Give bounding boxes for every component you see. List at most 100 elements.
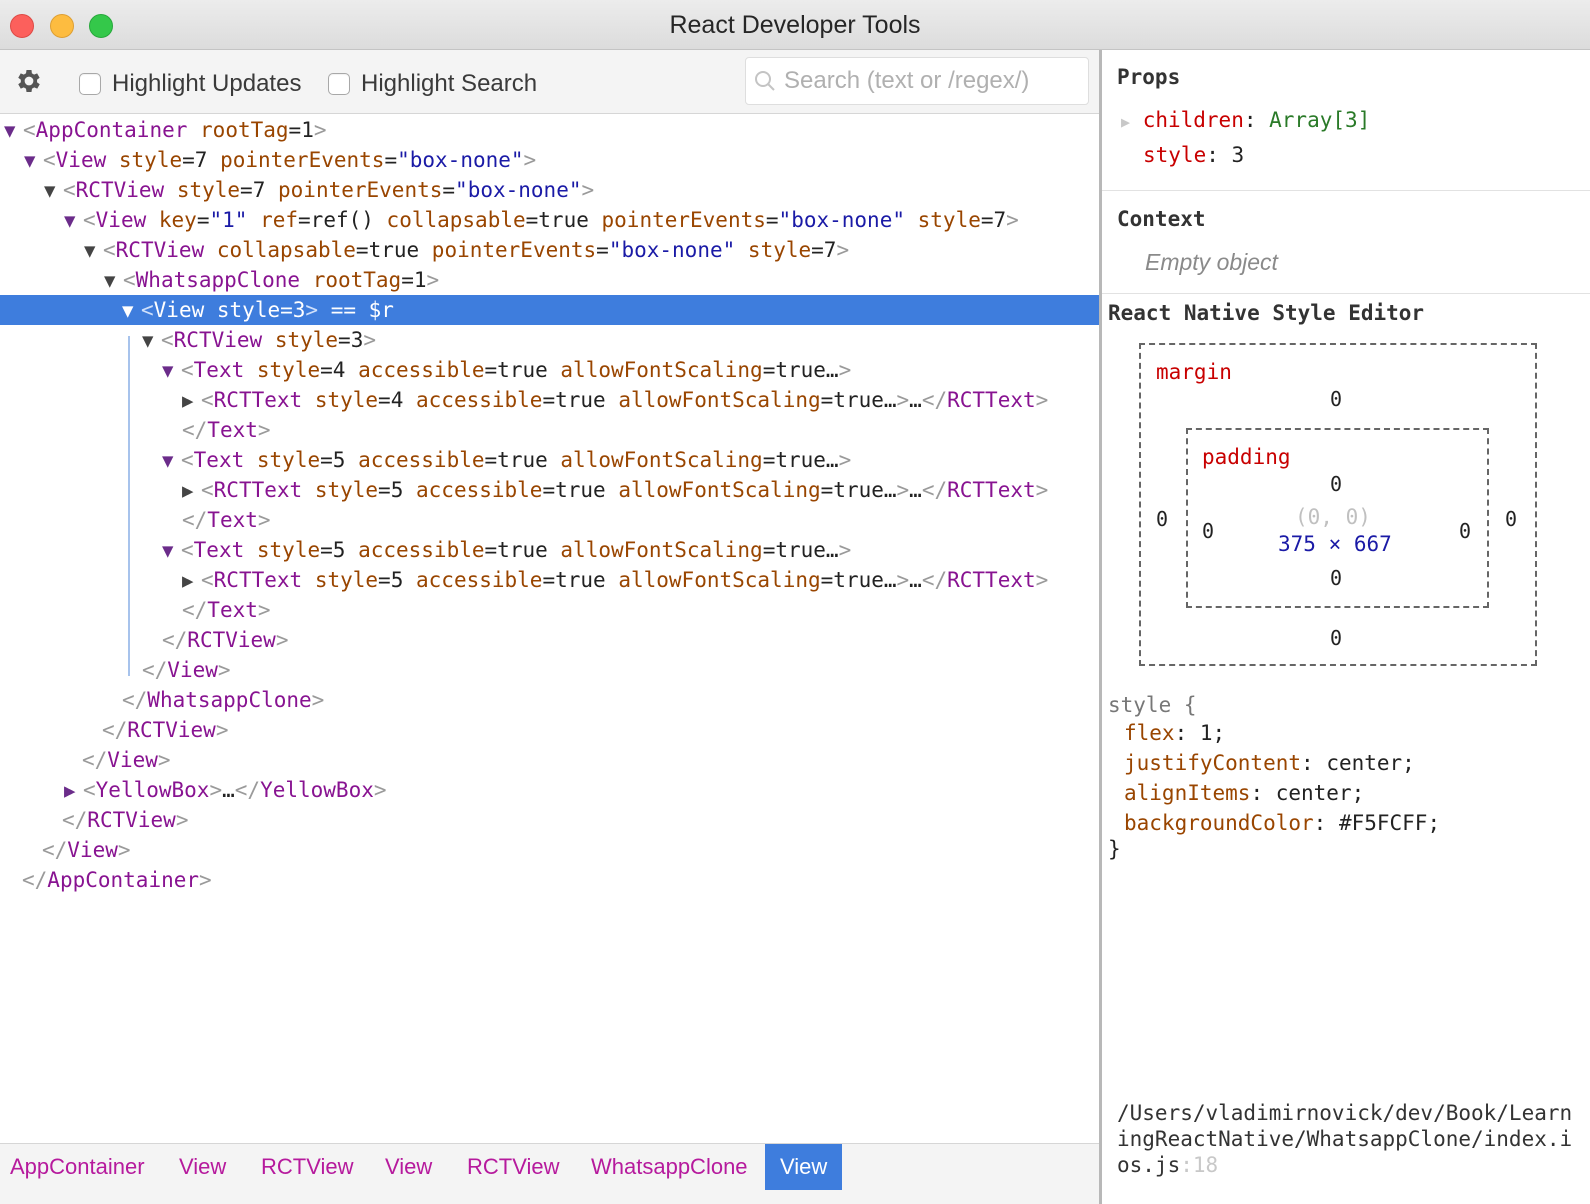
expanded-arrow-icon[interactable]: ▼ <box>44 176 63 206</box>
node-close-tag: View <box>107 748 158 772</box>
tree-node-yellowbox[interactable]: ▶ <YellowBox>…</YellowBox> <box>0 775 1099 805</box>
node-tag: RCTText <box>213 568 303 592</box>
margin-top-value[interactable]: 0 <box>1330 387 1342 411</box>
source-path[interactable]: /Users/vladimirnovick/dev/Book/LearningR… <box>1117 1100 1577 1178</box>
toolbar: Highlight Updates Highlight Search <box>0 50 1099 114</box>
breadcrumb-item-rctview[interactable]: RCTView <box>251 1144 364 1190</box>
expanded-arrow-icon[interactable]: ▼ <box>24 146 43 176</box>
component-tree-pane: Highlight Updates Highlight Search ▼<App… <box>0 50 1099 1204</box>
tree-node-view-selected[interactable]: ▼ <View style=3> == $r <box>0 295 1099 325</box>
expanded-arrow-icon[interactable]: ▼ <box>84 236 103 266</box>
prop-children[interactable]: ▶ children: Array[3] <box>1121 108 1370 132</box>
padding-right-value[interactable]: 0 <box>1459 519 1471 543</box>
node-tag: WhatsappClone <box>135 268 301 292</box>
margin-label: margin <box>1156 360 1232 384</box>
tree-node-rcttext[interactable]: ▶ <RCTText style=4 accessible=true allowF… <box>0 385 1099 415</box>
gear-icon[interactable] <box>14 66 44 96</box>
checkbox-box[interactable] <box>328 73 350 95</box>
tree-node-text[interactable]: ▼ <Text style=5 accessible=true allowFont… <box>0 445 1099 475</box>
node-value: true… <box>833 568 897 592</box>
node-attr: style <box>274 328 339 352</box>
breadcrumb-item-view[interactable]: View <box>169 1144 236 1190</box>
expanded-arrow-icon[interactable]: ▼ <box>104 266 123 296</box>
breadcrumb-item-rctview[interactable]: RCTView <box>457 1144 570 1190</box>
node-attr: collapsable <box>216 238 356 262</box>
breadcrumb-item-view[interactable]: View <box>375 1144 442 1190</box>
checkbox-box[interactable] <box>79 73 101 95</box>
breadcrumb-item-appcontainer[interactable]: AppContainer <box>0 1144 155 1190</box>
instance-ref: == $r <box>318 298 394 322</box>
margin-bottom-value[interactable]: 0 <box>1330 626 1342 650</box>
expanded-arrow-icon[interactable]: ▼ <box>162 446 181 476</box>
padding-left-value[interactable]: 0 <box>1202 519 1214 543</box>
tree-node-text[interactable]: ▼ <Text style=5 accessible=true allowFont… <box>0 535 1099 565</box>
tree-node-appcontainer[interactable]: ▼ <AppContainer rootTag=1> <box>0 115 1099 145</box>
collapsed-arrow-icon[interactable]: ▶ <box>1121 113 1130 131</box>
node-close-tag: Text <box>207 418 258 442</box>
node-value: true <box>555 568 606 592</box>
tree-node-close: </RCTView> <box>62 808 189 832</box>
expanded-arrow-icon[interactable]: ▼ <box>4 116 23 146</box>
search-input[interactable] <box>784 67 1074 95</box>
node-value: true… <box>833 478 897 502</box>
node-string: "box-none" <box>608 238 736 262</box>
expanded-arrow-icon[interactable]: ▼ <box>162 536 181 566</box>
node-value: true <box>368 238 420 262</box>
node-tag: RCTText <box>213 388 303 412</box>
margin-left-value[interactable]: 0 <box>1156 507 1168 531</box>
tree-node-view[interactable]: ▼ <View key="1" ref=ref() collapsable=tru… <box>0 205 1099 235</box>
collapsed-arrow-icon[interactable]: ▶ <box>182 386 201 416</box>
tree-node-rctview[interactable]: ▼ <RCTView style=7 pointerEvents="box-non… <box>0 175 1099 205</box>
collapsed-ellipsis: … <box>222 778 235 802</box>
node-tag: View <box>153 298 205 322</box>
tree-node-text[interactable]: ▼ <Text style=4 accessible=true allowFont… <box>0 355 1099 385</box>
expanded-arrow-icon[interactable]: ▼ <box>64 206 83 236</box>
style-rule[interactable]: backgroundColor: #F5FCFF; <box>1124 811 1440 835</box>
node-value: true <box>538 208 589 232</box>
tree-node-rcttext[interactable]: ▶ <RCTText style=5 accessible=true allowF… <box>0 475 1099 505</box>
tree-node-rctview[interactable]: ▼ <RCTView style=3> <box>0 325 1099 355</box>
prop-style[interactable]: style: 3 <box>1143 143 1244 167</box>
node-tag: View <box>95 208 147 232</box>
search-icon <box>755 71 775 91</box>
node-close-tag: RCTView <box>87 808 176 832</box>
breadcrumb: AppContainer View RCTView View RCTView W… <box>0 1143 1099 1204</box>
style-rule[interactable]: flex: 1; <box>1124 721 1225 745</box>
node-close-tag: RCTView <box>127 718 216 742</box>
tree-node-view[interactable]: ▼ <View style=7 pointerEvents="box-none"> <box>0 145 1099 175</box>
tree-node-rctview[interactable]: ▼ <RCTView collapsable=true pointerEvents… <box>0 235 1099 265</box>
collapsed-arrow-icon[interactable]: ▶ <box>182 476 201 506</box>
node-attr: allowFontScaling <box>618 478 821 502</box>
tree-node-close: </View> <box>142 658 231 682</box>
expanded-arrow-icon[interactable]: ▼ <box>142 326 161 356</box>
collapsed-arrow-icon[interactable]: ▶ <box>64 776 83 806</box>
tree-node-rcttext[interactable]: ▶ <RCTText style=5 accessible=true allowF… <box>0 565 1099 595</box>
node-close-tag: View <box>167 658 218 682</box>
tree-node-whatsappclone[interactable]: ▼ <WhatsappClone rootTag=1> <box>0 265 1099 295</box>
expanded-arrow-icon[interactable]: ▼ <box>162 356 181 386</box>
padding-bottom-value[interactable]: 0 <box>1330 566 1342 590</box>
node-value: 5 <box>332 448 346 472</box>
node-tag: RCTView <box>115 238 205 262</box>
style-rule[interactable]: justifyContent: center; <box>1124 751 1415 775</box>
dimensions-readout: 375 × 667 <box>1278 532 1392 556</box>
divider <box>1102 293 1590 294</box>
highlight-search-label: Highlight Search <box>361 70 538 97</box>
search-box[interactable] <box>745 57 1089 105</box>
padding-top-value[interactable]: 0 <box>1330 472 1342 496</box>
collapsed-arrow-icon[interactable]: ▶ <box>182 566 201 596</box>
margin-right-value[interactable]: 0 <box>1505 507 1517 531</box>
highlight-updates-checkbox[interactable]: Highlight Updates <box>79 70 301 98</box>
style-rule[interactable]: alignItems: center; <box>1124 781 1364 805</box>
node-value: 3 <box>292 298 306 322</box>
node-tag: RCTView <box>173 328 263 352</box>
style-selector: style { <box>1108 693 1197 717</box>
node-string: "1" <box>209 208 248 232</box>
breadcrumb-item-whatsappclone[interactable]: WhatsappClone <box>581 1144 758 1190</box>
breadcrumb-item-view-active[interactable]: View <box>765 1144 843 1190</box>
expanded-arrow-icon[interactable]: ▼ <box>122 296 141 326</box>
node-close-tag: View <box>67 838 118 862</box>
node-value: true… <box>775 448 839 472</box>
highlight-search-checkbox[interactable]: Highlight Search <box>328 70 537 98</box>
node-value: 7 <box>823 238 837 262</box>
